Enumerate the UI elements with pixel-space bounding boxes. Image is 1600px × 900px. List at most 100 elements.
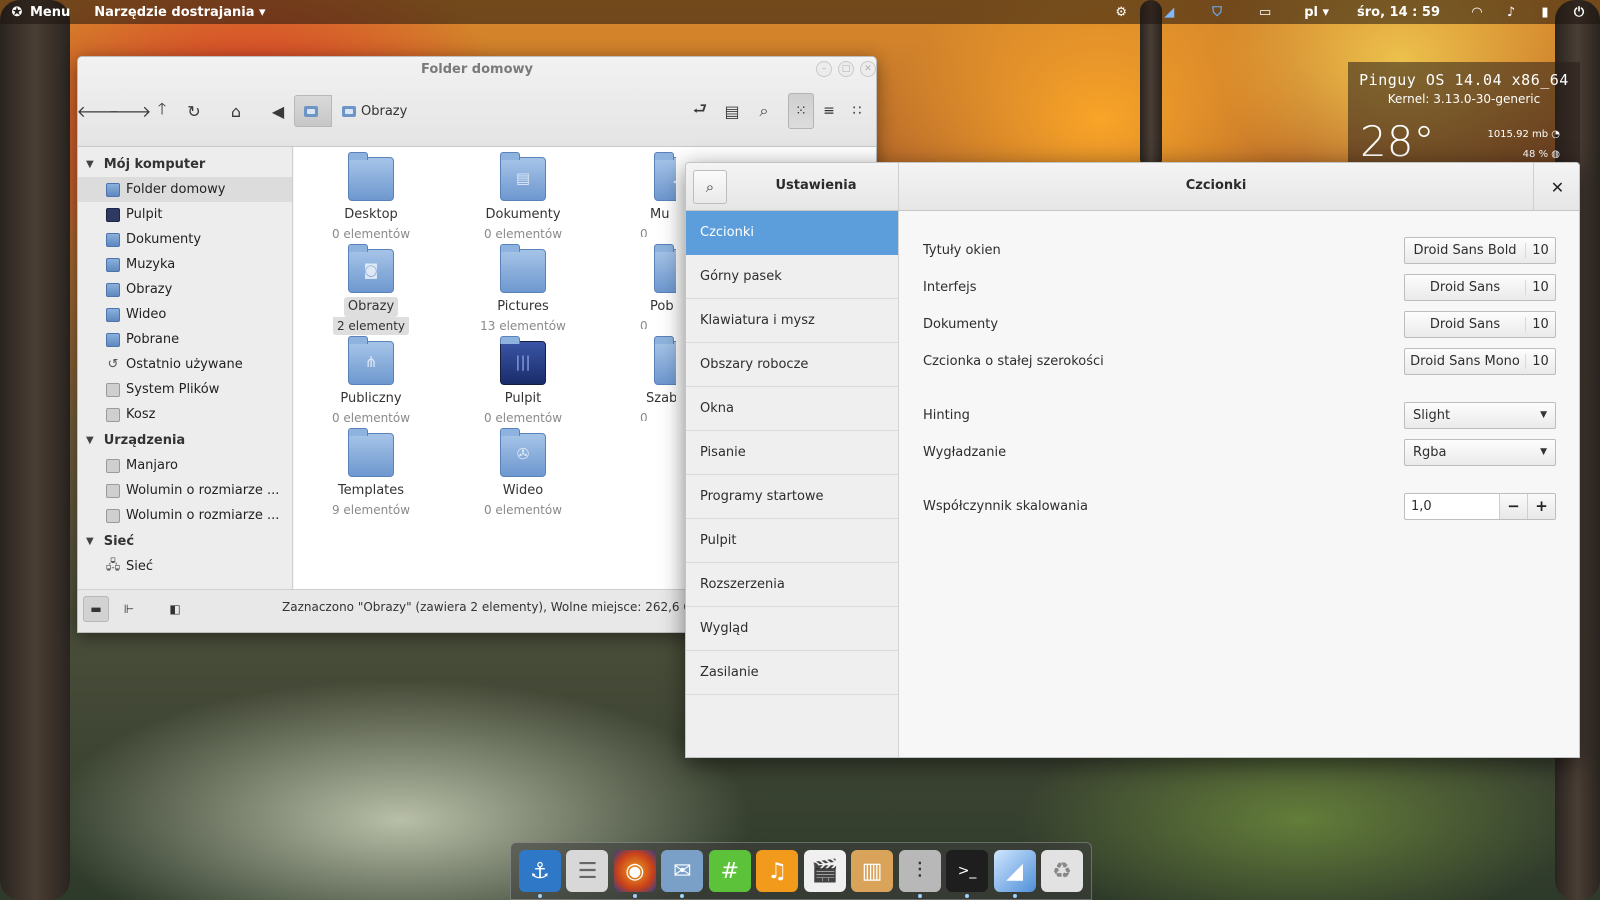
tray-volume[interactable]: ♪ — [1494, 0, 1528, 24]
tray-battery[interactable]: ▮ — [1528, 0, 1562, 24]
breadcrumb-home[interactable] — [294, 95, 332, 127]
menu-button[interactable]: ✪ Menu — [0, 0, 78, 24]
search-button[interactable]: ⌕ — [693, 170, 727, 204]
show-tree-button[interactable]: ⊩ — [116, 596, 142, 622]
sidebar-item-pictures[interactable]: Obrazy — [78, 277, 292, 302]
nav-item-workspaces[interactable]: Obszary robocze — [686, 343, 898, 387]
nav-item-extensions[interactable]: Rozszerzenia — [686, 563, 898, 607]
list-view-button[interactable]: ≡ — [816, 93, 842, 129]
compact-view-button[interactable]: ∷ — [844, 93, 870, 129]
maximize-button[interactable]: □ — [838, 61, 854, 77]
keyboard-layout[interactable]: pl ▾ — [1296, 0, 1337, 24]
file-item-desktop-pl[interactable]: ||| Pulpit 0 elementów — [464, 333, 582, 425]
search-button[interactable]: ⌕ — [748, 95, 780, 127]
sidebar-item-trash[interactable]: Kosz — [78, 402, 292, 427]
sidebar-item-label: Pulpit — [126, 207, 163, 222]
sidebar-item-desktop[interactable]: Pulpit — [78, 202, 292, 227]
sidebar-section-computer[interactable]: ▼ Mój komputer — [78, 151, 292, 177]
file-item-templates[interactable]: Templates 9 elementów — [312, 425, 430, 517]
dock-item-mail[interactable]: ✉ — [661, 850, 704, 898]
window-titles-font-button[interactable]: Droid Sans Bold 10 — [1404, 236, 1556, 264]
home-button[interactable]: ⌂ — [220, 95, 252, 127]
sidebar-item-manjaro[interactable]: Manjaro — [78, 453, 292, 478]
dock-item-trash[interactable]: ♻ — [1040, 850, 1083, 892]
show-places-button[interactable]: ▬ — [83, 596, 109, 622]
dock-item-archive[interactable]: ▥ — [851, 850, 894, 892]
sidebar-item-volume-2[interactable]: Wolumin o rozmiarze ... — [78, 503, 292, 528]
nav-item-desktop[interactable]: Pulpit — [686, 519, 898, 563]
tray-power[interactable]: ⏻ — [1562, 0, 1596, 24]
dock-item-mixer[interactable]: ⫶ — [898, 850, 941, 898]
scaling-input[interactable] — [1405, 498, 1499, 514]
dock-item-terminal[interactable]: >_ — [946, 850, 989, 898]
dock-item-pinguy[interactable]: ◢ — [993, 850, 1036, 898]
tray-wifi[interactable]: ◠ — [1460, 0, 1494, 24]
sidebar-item-music[interactable]: Muzyka — [78, 252, 292, 277]
dock-item-music[interactable]: ♫ — [756, 850, 799, 892]
documents-font-button[interactable]: Droid Sans 10 — [1404, 310, 1556, 338]
downloads-folder-icon — [654, 244, 676, 293]
close-button[interactable]: ✕ — [1533, 163, 1579, 211]
increment-button[interactable]: + — [1527, 493, 1555, 519]
dock-item-video-editor[interactable]: 🎬 — [803, 850, 846, 892]
file-item-public[interactable]: ⋔ Publiczny 0 elementów — [312, 333, 430, 425]
mixer-icon: ⫶ — [916, 858, 923, 884]
nav-item-power[interactable]: Zasilanie — [686, 651, 898, 695]
tray-display[interactable]: ▭ — [1248, 0, 1282, 24]
close-button[interactable]: ✕ — [860, 61, 876, 77]
file-name: Templates — [337, 483, 405, 498]
dock-item-hashtag[interactable]: # — [708, 850, 751, 892]
nav-item-top-bar[interactable]: Górny pasek — [686, 255, 898, 299]
minimize-button[interactable]: – — [816, 61, 832, 77]
nav-item-windows[interactable]: Okna — [686, 387, 898, 431]
sidebar-section-devices[interactable]: ▼ Urządzenia — [78, 427, 292, 453]
file-item-pictures[interactable]: ◙ Obrazy 2 elementy — [312, 241, 430, 335]
nav-item-typing[interactable]: Pisanie — [686, 431, 898, 475]
reload-button[interactable]: ↻ — [178, 95, 210, 127]
trash-icon — [106, 407, 120, 422]
dock-item-file-manager[interactable]: ☰ — [566, 850, 609, 892]
nav-item-keyboard-mouse[interactable]: Klawiatura i mysz — [686, 299, 898, 343]
icon-view-button[interactable]: ⁙ — [788, 93, 814, 129]
file-item-music[interactable]: ♪ Mu 0 elem — [616, 149, 676, 237]
file-item-downloads[interactable]: Pob 0 elem — [616, 241, 676, 329]
dock-item-anchor[interactable]: ⚓ — [519, 850, 561, 898]
sidebar-item-home[interactable]: Folder domowy — [78, 177, 292, 202]
sidebar-item-recent[interactable]: ↺ Ostatnio używane — [78, 352, 292, 377]
file-item-desktop[interactable]: Desktop 0 elementów — [312, 149, 430, 241]
file-item-templates-pl[interactable]: Szab 0 elem — [616, 333, 676, 421]
nav-item-appearance[interactable]: Wygląd — [686, 607, 898, 651]
nav-item-startup-apps[interactable]: Programy startowe — [686, 475, 898, 519]
file-item-documents[interactable]: ▤ Dokumenty 0 elementów — [464, 149, 582, 241]
nav-item-fonts[interactable]: Czcionki — [686, 211, 898, 255]
file-name: Pob — [650, 299, 674, 314]
breadcrumb-current[interactable]: Obrazy — [332, 95, 417, 127]
network-button[interactable]: ▤ — [716, 95, 748, 127]
sidebar-item-network[interactable]: 🖧 Sieć — [78, 554, 292, 579]
sidebar-item-filesystem[interactable]: System Plików — [78, 377, 292, 402]
interface-font-button[interactable]: Droid Sans 10 — [1404, 273, 1556, 301]
tray-shield[interactable]: ⛉ — [1200, 0, 1234, 24]
tray-pinguy[interactable]: ◢ — [1152, 0, 1186, 24]
app-menu[interactable]: Narzędzie dostrajania ▾ — [86, 0, 273, 24]
tray-settings[interactable]: ⚙ — [1104, 0, 1138, 24]
network-folder-icon: ▤ — [724, 101, 740, 121]
sidebar-section-network[interactable]: ▼ Sieć — [78, 528, 292, 554]
file-item-pictures-2[interactable]: Pictures 13 elementów — [464, 241, 582, 333]
hide-sidebar-button[interactable]: ◧ — [162, 596, 188, 622]
monospace-font-button[interactable]: Droid Sans Mono 10 — [1404, 347, 1556, 375]
open-terminal-button[interactable]: ⮐ — [684, 95, 716, 127]
decrement-button[interactable]: − — [1499, 493, 1527, 519]
clock[interactable]: śro, 14 : 59 — [1349, 0, 1448, 24]
breadcrumb-prev-button[interactable]: ◀ — [262, 95, 294, 127]
sidebar-item-documents[interactable]: Dokumenty — [78, 227, 292, 252]
file-item-video[interactable]: ✇ Wideo 0 elementów — [464, 425, 582, 517]
sidebar-item-volume-1[interactable]: Wolumin o rozmiarze ... — [78, 478, 292, 503]
antialiasing-dropdown[interactable]: Rgba ▼ — [1404, 438, 1556, 466]
sidebar-item-video[interactable]: Wideo — [78, 302, 292, 327]
dock-item-firefox[interactable]: ◉ — [613, 850, 656, 898]
hinting-dropdown[interactable]: Slight ▼ — [1404, 401, 1556, 429]
up-button[interactable]: 🡑 — [146, 95, 178, 127]
forward-button[interactable]: 🡒 — [109, 95, 152, 127]
sidebar-item-downloads[interactable]: Pobrane — [78, 327, 292, 352]
